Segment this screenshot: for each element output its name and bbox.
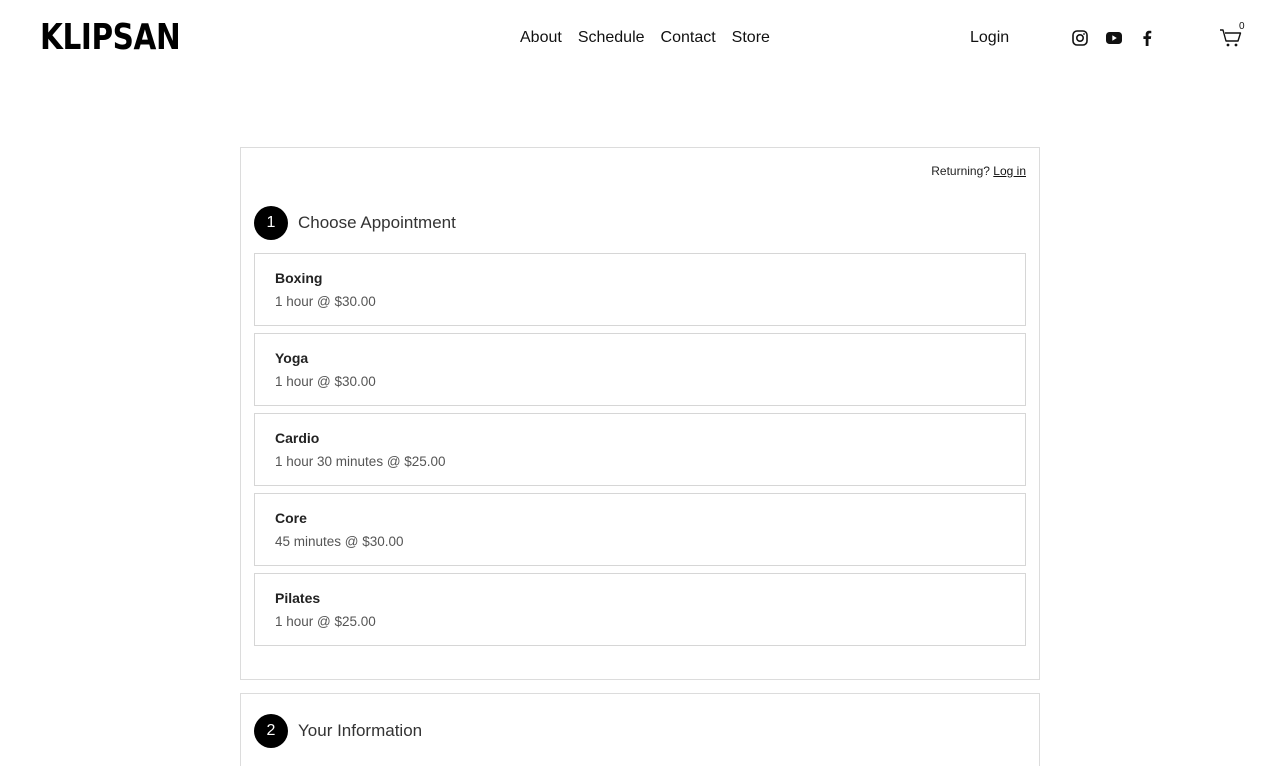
appointment-name: Core — [275, 510, 307, 526]
appointment-list: Boxing 1 hour @ $30.00 Yoga 1 hour @ $30… — [254, 253, 1026, 653]
step-number-badge: 1 — [254, 206, 288, 240]
login-link[interactable]: Login — [970, 27, 1009, 49]
step-title: Your Information — [298, 721, 423, 740]
appointment-detail: 1 hour 30 minutes @ $25.00 — [275, 454, 446, 469]
instagram-icon[interactable] — [1071, 29, 1089, 47]
appointment-detail: 45 minutes @ $30.00 — [275, 534, 404, 549]
appointment-option-pilates[interactable]: Pilates 1 hour @ $25.00 — [254, 573, 1026, 646]
step-1-header: 1 Choose Appointment — [254, 206, 456, 240]
step-2-header: 2 Your Information — [254, 714, 422, 748]
step-number-badge: 2 — [254, 714, 288, 748]
cart-count-badge: 0 — [1239, 21, 1245, 32]
log-in-link[interactable]: Log in — [993, 164, 1026, 178]
appointment-option-core[interactable]: Core 45 minutes @ $30.00 — [254, 493, 1026, 566]
appointment-detail: 1 hour @ $30.00 — [275, 294, 376, 309]
site-header: KLIPSAN About Schedule Contact Store Log… — [0, 0, 1280, 80]
appointment-name: Cardio — [275, 430, 320, 446]
step-title: Choose Appointment — [298, 213, 456, 232]
appointment-name: Pilates — [275, 590, 321, 606]
youtube-icon[interactable] — [1105, 29, 1123, 47]
nav-about[interactable]: About — [520, 27, 562, 49]
your-information-section: 2 Your Information — [240, 693, 1040, 766]
returning-label: Returning? — [931, 164, 990, 178]
appointment-detail: 1 hour @ $30.00 — [275, 374, 376, 389]
returning-customer-text: Returning? Log in — [931, 163, 1026, 179]
facebook-icon[interactable] — [1138, 29, 1156, 47]
site-logo[interactable]: KLIPSAN — [40, 17, 181, 59]
main-nav: About Schedule Contact Store — [520, 27, 770, 49]
appointment-option-yoga[interactable]: Yoga 1 hour @ $30.00 — [254, 333, 1026, 406]
appointment-name: Yoga — [275, 350, 309, 366]
appointment-detail: 1 hour @ $25.00 — [275, 614, 376, 629]
nav-store[interactable]: Store — [732, 27, 770, 49]
choose-appointment-section: Returning? Log in 1 Choose Appointment B… — [240, 147, 1040, 680]
appointment-name: Boxing — [275, 270, 323, 286]
nav-schedule[interactable]: Schedule — [578, 27, 645, 49]
appointment-option-cardio[interactable]: Cardio 1 hour 30 minutes @ $25.00 — [254, 413, 1026, 486]
appointment-option-boxing[interactable]: Boxing 1 hour @ $30.00 — [254, 253, 1026, 326]
nav-contact[interactable]: Contact — [661, 27, 716, 49]
